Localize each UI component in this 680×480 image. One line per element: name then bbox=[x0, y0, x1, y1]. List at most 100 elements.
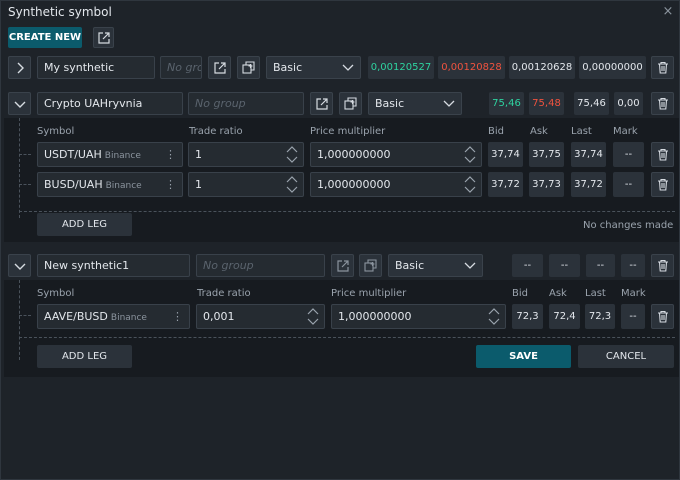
mark-value: -- bbox=[621, 254, 645, 277]
column-header-bid: Bid bbox=[488, 126, 504, 137]
delete-leg-button[interactable] bbox=[651, 172, 674, 197]
trash-icon bbox=[657, 178, 668, 191]
type-select-value: Basic bbox=[273, 61, 303, 74]
group-input[interactable]: No group bbox=[196, 254, 325, 277]
last-value: 75,46 bbox=[574, 92, 609, 115]
trash-icon bbox=[657, 259, 668, 272]
leg-mark: -- bbox=[613, 142, 644, 167]
trade-ratio-input[interactable]: 1 bbox=[188, 142, 304, 167]
price-multiplier-input[interactable]: 1,000000000 bbox=[331, 304, 506, 329]
price-multiplier-value: 1,000000000 bbox=[317, 148, 391, 161]
duplicate-button[interactable] bbox=[339, 92, 362, 115]
group-input[interactable]: No group bbox=[160, 56, 202, 79]
column-header-trade-ratio: Trade ratio bbox=[189, 126, 243, 137]
leg-bid: 72,3 bbox=[512, 304, 543, 329]
open-chart-button[interactable] bbox=[331, 254, 354, 277]
delete-leg-button[interactable] bbox=[651, 304, 674, 329]
column-header-last: Last bbox=[571, 126, 592, 137]
save-button[interactable]: SAVE bbox=[476, 345, 571, 368]
leg-symbol-field[interactable]: AAVE/BUSD Binance ⋮ bbox=[37, 304, 190, 329]
group-input[interactable]: No group bbox=[188, 92, 304, 115]
trade-ratio-value: 1 bbox=[195, 148, 202, 161]
last-value: 0,00120628 bbox=[509, 56, 575, 79]
cancel-button[interactable]: CANCEL bbox=[578, 345, 674, 368]
delete-button[interactable] bbox=[651, 254, 674, 277]
leg-exchange: Binance bbox=[104, 151, 141, 161]
leg-symbol-field[interactable]: USDT/UAH Binance ⋮ bbox=[37, 142, 183, 167]
mark-value: 0,00000000 bbox=[579, 56, 646, 79]
more-vertical-icon[interactable]: ⋮ bbox=[165, 173, 176, 196]
duplicate-icon bbox=[242, 61, 255, 74]
duplicate-button[interactable] bbox=[359, 254, 382, 277]
tree-line bbox=[19, 211, 675, 212]
spinner-icon[interactable] bbox=[488, 307, 500, 326]
price-multiplier-input[interactable]: 1,000000000 bbox=[310, 142, 482, 167]
synthetic-name-input[interactable]: Crypto UAHryvnia bbox=[37, 92, 183, 115]
leg-mark: -- bbox=[613, 172, 644, 197]
column-header-ask: Ask bbox=[549, 288, 567, 299]
spinner-icon[interactable] bbox=[464, 145, 476, 164]
mark-value: 0,00 bbox=[614, 92, 643, 115]
tree-line bbox=[19, 337, 675, 338]
column-header-ask: Ask bbox=[530, 126, 548, 137]
last-value: -- bbox=[586, 254, 615, 277]
type-select-value: Basic bbox=[395, 259, 425, 272]
open-chart-button[interactable] bbox=[310, 92, 333, 115]
column-header-bid: Bid bbox=[512, 288, 528, 299]
close-icon[interactable]: × bbox=[661, 4, 675, 20]
synthetic-name-input[interactable]: My synthetic bbox=[37, 56, 155, 79]
duplicate-button[interactable] bbox=[237, 56, 260, 79]
leg-exchange: Binance bbox=[110, 313, 147, 323]
spinner-icon[interactable] bbox=[464, 175, 476, 194]
leg-ask: 72,4 bbox=[549, 304, 580, 329]
expand-button[interactable] bbox=[8, 56, 31, 79]
leg-bid: 37,72 bbox=[488, 172, 523, 197]
spinner-icon[interactable] bbox=[307, 307, 319, 326]
chevron-down-icon bbox=[342, 64, 354, 71]
bid-value: 0,00120527 bbox=[368, 56, 434, 79]
price-multiplier-input[interactable]: 1,000000000 bbox=[310, 172, 482, 197]
collapse-button[interactable] bbox=[8, 92, 31, 115]
collapse-button[interactable] bbox=[8, 254, 31, 277]
add-leg-button[interactable]: ADD LEG bbox=[37, 213, 132, 236]
bid-value: -- bbox=[512, 254, 543, 277]
ask-value: -- bbox=[549, 254, 580, 277]
tree-line bbox=[19, 280, 20, 360]
trade-ratio-input[interactable]: 0,001 bbox=[196, 304, 325, 329]
type-select[interactable]: Basic bbox=[388, 254, 483, 277]
column-header-mark: Mark bbox=[613, 126, 638, 137]
leg-symbol: USDT/UAH bbox=[44, 148, 102, 161]
column-header-symbol: Symbol bbox=[37, 288, 75, 299]
tree-line bbox=[19, 154, 31, 155]
leg-last: 37,72 bbox=[571, 172, 606, 197]
external-link-icon bbox=[213, 61, 226, 74]
chevron-down-icon bbox=[464, 262, 476, 269]
column-header-symbol: Symbol bbox=[37, 126, 75, 137]
leg-last: 72,3 bbox=[585, 304, 615, 329]
chevron-down-icon bbox=[443, 100, 455, 107]
delete-leg-button[interactable] bbox=[651, 142, 674, 167]
add-leg-button[interactable]: ADD LEG bbox=[37, 345, 132, 368]
more-vertical-icon[interactable]: ⋮ bbox=[172, 305, 183, 328]
type-select[interactable]: Basic bbox=[368, 92, 462, 115]
chevron-down-icon bbox=[14, 101, 25, 108]
type-select-value: Basic bbox=[375, 97, 405, 110]
delete-button[interactable] bbox=[651, 92, 674, 115]
spinner-icon[interactable] bbox=[286, 145, 298, 164]
spinner-icon[interactable] bbox=[286, 175, 298, 194]
duplicate-icon bbox=[344, 97, 357, 110]
synthetic-name-input[interactable]: New synthetic1 bbox=[37, 254, 190, 277]
open-chart-button[interactable] bbox=[208, 56, 231, 79]
leg-symbol-field[interactable]: BUSD/UAH Binance ⋮ bbox=[37, 172, 183, 197]
leg-mark: -- bbox=[621, 304, 645, 329]
create-new-button[interactable]: CREATE NEW bbox=[8, 27, 82, 48]
duplicate-icon bbox=[364, 259, 377, 272]
open-external-button[interactable] bbox=[93, 27, 114, 48]
external-link-icon bbox=[315, 97, 328, 110]
delete-button[interactable] bbox=[651, 56, 674, 79]
price-multiplier-value: 1,000000000 bbox=[317, 178, 391, 191]
type-select[interactable]: Basic bbox=[266, 56, 361, 79]
more-vertical-icon[interactable]: ⋮ bbox=[165, 143, 176, 166]
trade-ratio-input[interactable]: 1 bbox=[188, 172, 304, 197]
chevron-right-icon bbox=[17, 62, 24, 73]
